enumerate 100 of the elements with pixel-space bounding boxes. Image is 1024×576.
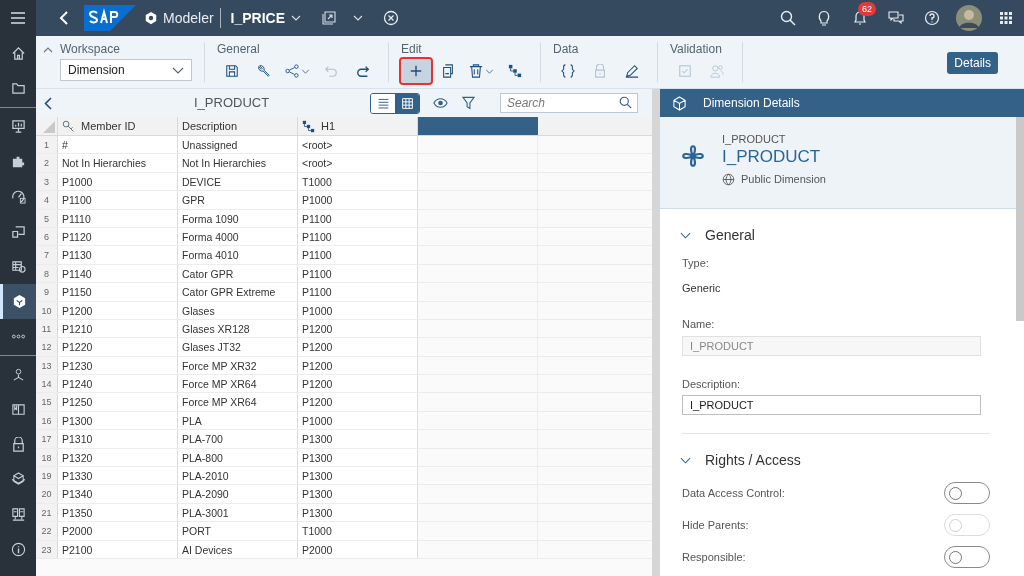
scrollbar[interactable] [1016, 117, 1024, 321]
sidebar-item[interactable] [0, 284, 36, 319]
input-field[interactable]: I_PRODUCT [682, 395, 981, 415]
key-icon [62, 119, 75, 133]
table-cell: Not In Hierarchies [58, 154, 178, 172]
table-cell: <root> [298, 154, 418, 172]
notification-badge: 62 [858, 2, 876, 16]
close-button[interactable] [383, 10, 400, 26]
column-header[interactable]: H1 [321, 117, 336, 135]
column-header[interactable]: Description [182, 117, 238, 135]
folder-icon [10, 81, 26, 96]
table-cell: P1300 [298, 485, 418, 503]
open-button[interactable] [321, 10, 338, 26]
back-icon [59, 11, 69, 25]
group-label: Edit [401, 42, 423, 56]
table-cell: PORT [178, 522, 298, 540]
help-icon [924, 10, 940, 26]
list-icon [376, 96, 390, 110]
row-number: 17 [36, 430, 58, 448]
external-link-icon [321, 10, 338, 26]
chat-icon [888, 10, 904, 26]
table-cell: P1340 [58, 485, 178, 503]
row-number: 12 [36, 338, 58, 356]
section-header[interactable]: General [680, 223, 990, 247]
table-cell: P1200 [298, 338, 418, 356]
chevron-down-icon [172, 66, 184, 74]
view-toggle[interactable] [395, 93, 419, 113]
table-cell: P1200 [298, 393, 418, 411]
presentation-icon [10, 119, 26, 134]
close-icon [383, 10, 400, 26]
field-label: Description: [682, 376, 742, 392]
toggle-switch[interactable] [944, 546, 990, 568]
home-icon [10, 46, 26, 61]
table-cell: P1310 [58, 430, 178, 448]
table-cell: Glases JT32 [178, 338, 298, 356]
table-cell: P1150 [58, 283, 178, 301]
boxes-icon [10, 472, 26, 487]
chevron-down-icon [680, 231, 691, 239]
field-value: Generic [682, 280, 722, 296]
search-field[interactable]: Search [500, 93, 638, 113]
table-cell: P1240 [58, 375, 178, 393]
table-cell: P1130 [58, 246, 178, 264]
sap-logo [84, 5, 136, 31]
workspace-dropdown[interactable]: Dimension [60, 59, 192, 81]
row-number: 15 [36, 393, 58, 411]
lightbulb-icon [816, 10, 832, 26]
details-button[interactable]: Details [947, 52, 998, 74]
view-toggle[interactable] [371, 93, 395, 113]
row-number: 9 [36, 283, 58, 301]
card-icon [10, 224, 26, 239]
menu-icon [10, 10, 26, 26]
table-cell: Force MP XR64 [178, 393, 298, 411]
panel-title: Dimension Details [703, 95, 800, 112]
column-header[interactable]: Member ID [81, 117, 136, 135]
table-icon [400, 96, 414, 110]
book-icon [10, 402, 26, 417]
servers-icon [10, 507, 26, 522]
table-cell: P1330 [58, 467, 178, 485]
cube-icon [144, 11, 158, 25]
cube-icon [12, 294, 27, 309]
table-cell: Force MP XR64 [178, 375, 298, 393]
table-cell: P1100 [58, 191, 178, 209]
notifications-button[interactable]: 62 [842, 0, 878, 36]
row-number: 22 [36, 522, 58, 540]
field-label: Type: [682, 256, 710, 271]
toolbar-button[interactable] [401, 59, 431, 83]
table-cell: P1220 [58, 338, 178, 356]
back-icon [44, 96, 52, 110]
chevron-down-icon [291, 15, 302, 21]
table-cell: P1100 [298, 283, 418, 301]
table-cell: Unassigned [178, 136, 298, 154]
field-label: Data Access Control: [682, 485, 785, 501]
search-icon [619, 96, 632, 109]
row-number: 4 [36, 191, 58, 209]
dropdown-button[interactable] [353, 15, 364, 21]
field-label: Hide Parents: [682, 517, 749, 533]
table-cell: PLA-2010 [178, 467, 298, 485]
row-number: 14 [36, 375, 58, 393]
chevron-down-icon [353, 15, 364, 21]
info-icon [10, 542, 26, 557]
visibility-label: Public Dimension [741, 172, 826, 187]
table-icon [10, 259, 26, 274]
table-cell: Cator GPR Extreme [178, 283, 298, 301]
toggle-switch[interactable] [944, 482, 990, 504]
chevron-up-icon [43, 47, 53, 53]
cube-icon [672, 95, 687, 111]
row-number: 20 [36, 485, 58, 503]
avatar[interactable] [956, 5, 982, 31]
table-cell: P1000 [298, 191, 418, 209]
row-number: 2 [36, 154, 58, 172]
gauge-icon [10, 189, 26, 204]
table-cell: Not In Hierarchies [178, 154, 298, 172]
table-cell: T1000 [298, 522, 418, 540]
document-title-menu[interactable]: I_PRICE [230, 7, 302, 29]
eye-icon [432, 97, 448, 109]
section-header[interactable]: Rights / Access [680, 448, 990, 472]
field-label: Responsible: [682, 549, 746, 565]
hierarchy-icon [302, 119, 315, 133]
table-cell: P1200 [298, 375, 418, 393]
dimension-subtitle: I_PRODUCT [722, 133, 787, 146]
